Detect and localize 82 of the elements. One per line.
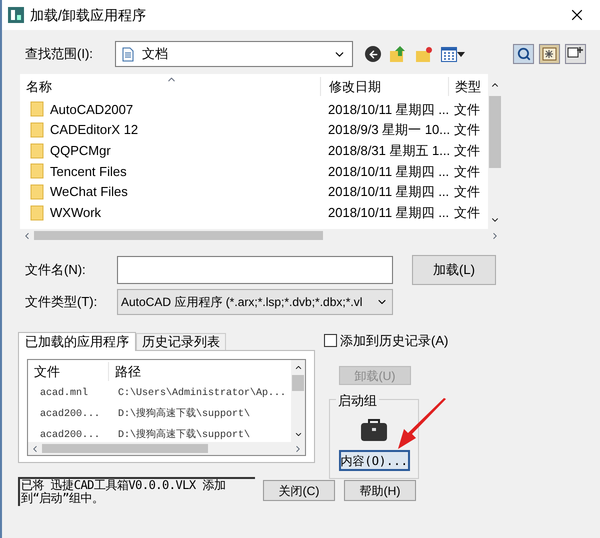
file-name: Tencent Files bbox=[50, 162, 127, 181]
modified-date: 2018/8/31 星期五 1... bbox=[327, 142, 448, 160]
modified-date: 2018/10/11 星期四 ... bbox=[327, 100, 448, 119]
file-type: 文件 bbox=[453, 204, 480, 222]
scroll-up-icon[interactable] bbox=[294, 363, 302, 372]
scroll-thumb[interactable] bbox=[42, 444, 208, 453]
checkbox[interactable] bbox=[324, 334, 337, 347]
file-name: CADEditorX 12 bbox=[50, 121, 138, 140]
scroll-thumb[interactable] bbox=[292, 375, 304, 391]
back-icon[interactable] bbox=[365, 46, 381, 62]
app-icon bbox=[8, 7, 24, 23]
contents-button[interactable]: 内容(O)... bbox=[338, 450, 410, 471]
file-type: 文件 bbox=[453, 162, 480, 181]
file-row[interactable]: WeChat Files 2018/10/11 星期四 ... 文件 bbox=[20, 182, 488, 202]
tools-icon[interactable] bbox=[565, 44, 586, 64]
file-type-label: 文件类型(T): bbox=[25, 293, 98, 312]
annotation-arrow bbox=[398, 398, 448, 450]
file-type: 文件 bbox=[453, 121, 480, 140]
load-button[interactable]: 加载(L) bbox=[412, 255, 496, 285]
folder-icon bbox=[30, 163, 44, 180]
scroll-down-icon[interactable] bbox=[294, 430, 302, 439]
file-type-value: AutoCAD 应用程序 (*.arx;*.lsp;*.dvb;*.dbx;*.vl bbox=[121, 294, 364, 311]
modified-date: 2018/10/11 星期四 ... bbox=[327, 183, 448, 202]
column-header[interactable]: 文件 bbox=[28, 362, 108, 382]
horizontal-scrollbar[interactable] bbox=[28, 442, 305, 455]
column-header[interactable]: 名称 bbox=[20, 76, 320, 96]
modified-date: 2018/10/11 星期四 ... bbox=[327, 162, 448, 181]
look-in-label: 查找范围(I): bbox=[25, 45, 94, 64]
caret-icon bbox=[457, 52, 465, 56]
search-icon[interactable] bbox=[513, 44, 534, 64]
help-button[interactable]: 帮助(H) bbox=[344, 480, 416, 501]
app-path: C:\Users\Administrator\Ap... bbox=[117, 386, 286, 401]
scroll-thumb[interactable] bbox=[34, 231, 324, 240]
folder-icon bbox=[30, 122, 44, 138]
file-name-label: 文件名(N): bbox=[25, 261, 87, 280]
briefcase-icon bbox=[360, 417, 388, 442]
column-header[interactable]: 路径 bbox=[108, 362, 141, 382]
close-button[interactable]: 关闭(C) bbox=[263, 480, 335, 501]
file-type: 文件 bbox=[453, 100, 480, 119]
app-row[interactable]: acad200... D:\搜狗高速下载\support\ bbox=[28, 425, 291, 442]
scroll-thumb[interactable] bbox=[489, 96, 501, 168]
app-row[interactable]: acad.mnl C:\Users\Administrator\Ap... bbox=[28, 383, 291, 404]
file-row[interactable]: QQPCMgr 2018/8/31 星期五 1... 文件 bbox=[20, 140, 488, 162]
modified-date: 2018/10/11 星期四 ... bbox=[327, 204, 448, 222]
views-menu-button[interactable] bbox=[441, 46, 465, 62]
app-file: acad.mnl bbox=[39, 386, 90, 401]
vertical-scrollbar[interactable] bbox=[291, 360, 305, 442]
file-row[interactable]: Tencent Files 2018/10/11 星期四 ... 文件 bbox=[20, 161, 488, 182]
status-message: 已将 迅捷CAD工具箱V0.0.0.VLX 添加到“启动”组中。 bbox=[18, 477, 255, 506]
new-folder-icon[interactable] bbox=[415, 45, 433, 63]
folder-icon bbox=[30, 184, 44, 200]
file-type: 文件 bbox=[453, 183, 480, 202]
picture-frame-icon[interactable] bbox=[539, 44, 560, 64]
folder-icon bbox=[30, 204, 44, 221]
folder-icon bbox=[30, 142, 44, 159]
modified-date: 2018/9/3 星期一 10... bbox=[327, 121, 448, 140]
checkbox-label: 添加到历史记录(A) bbox=[340, 332, 448, 350]
file-name: AutoCAD2007 bbox=[50, 100, 134, 119]
look-in-dropdown[interactable]: 文档 bbox=[115, 41, 353, 67]
file-name: QQPCMgr bbox=[50, 142, 111, 160]
app-file: acad200... bbox=[39, 408, 102, 422]
folder-icon bbox=[30, 101, 44, 118]
file-row[interactable]: AutoCAD2007 2018/10/11 星期四 ... 文件 bbox=[20, 99, 488, 120]
grid-view-icon bbox=[441, 46, 457, 62]
app-file: acad200... bbox=[39, 428, 102, 442]
file-type: 文件 bbox=[453, 142, 480, 160]
file-row[interactable]: CADEditorX 12 2018/9/3 星期一 10... 文件 bbox=[20, 120, 488, 140]
tab[interactable]: 已加载的应用程序 bbox=[18, 332, 136, 351]
tab[interactable]: 历史记录列表 bbox=[136, 333, 226, 350]
look-in-value: 文档 bbox=[142, 45, 169, 64]
app-row[interactable]: acad200... D:\搜狗高速下载\support\ bbox=[28, 404, 291, 425]
document-icon bbox=[122, 46, 134, 62]
file-name: WXWork bbox=[50, 204, 102, 222]
file-name: WeChat Files bbox=[50, 183, 128, 202]
window-title: 加载/卸载应用程序 bbox=[30, 6, 146, 24]
app-path: D:\搜狗高速下载\support\ bbox=[117, 407, 250, 422]
column-header[interactable]: 修改日期 bbox=[320, 76, 448, 96]
app-path: D:\搜狗高速下载\support\ bbox=[117, 428, 250, 442]
file-name-input[interactable] bbox=[117, 256, 393, 284]
folder-up-icon[interactable] bbox=[389, 45, 407, 63]
file-row[interactable]: WXWork 2018/10/11 星期四 ... 文件 bbox=[20, 202, 488, 224]
file-type-dropdown[interactable]: AutoCAD 应用程序 (*.arx;*.lsp;*.dvb;*.dbx;*.vl bbox=[117, 289, 393, 315]
